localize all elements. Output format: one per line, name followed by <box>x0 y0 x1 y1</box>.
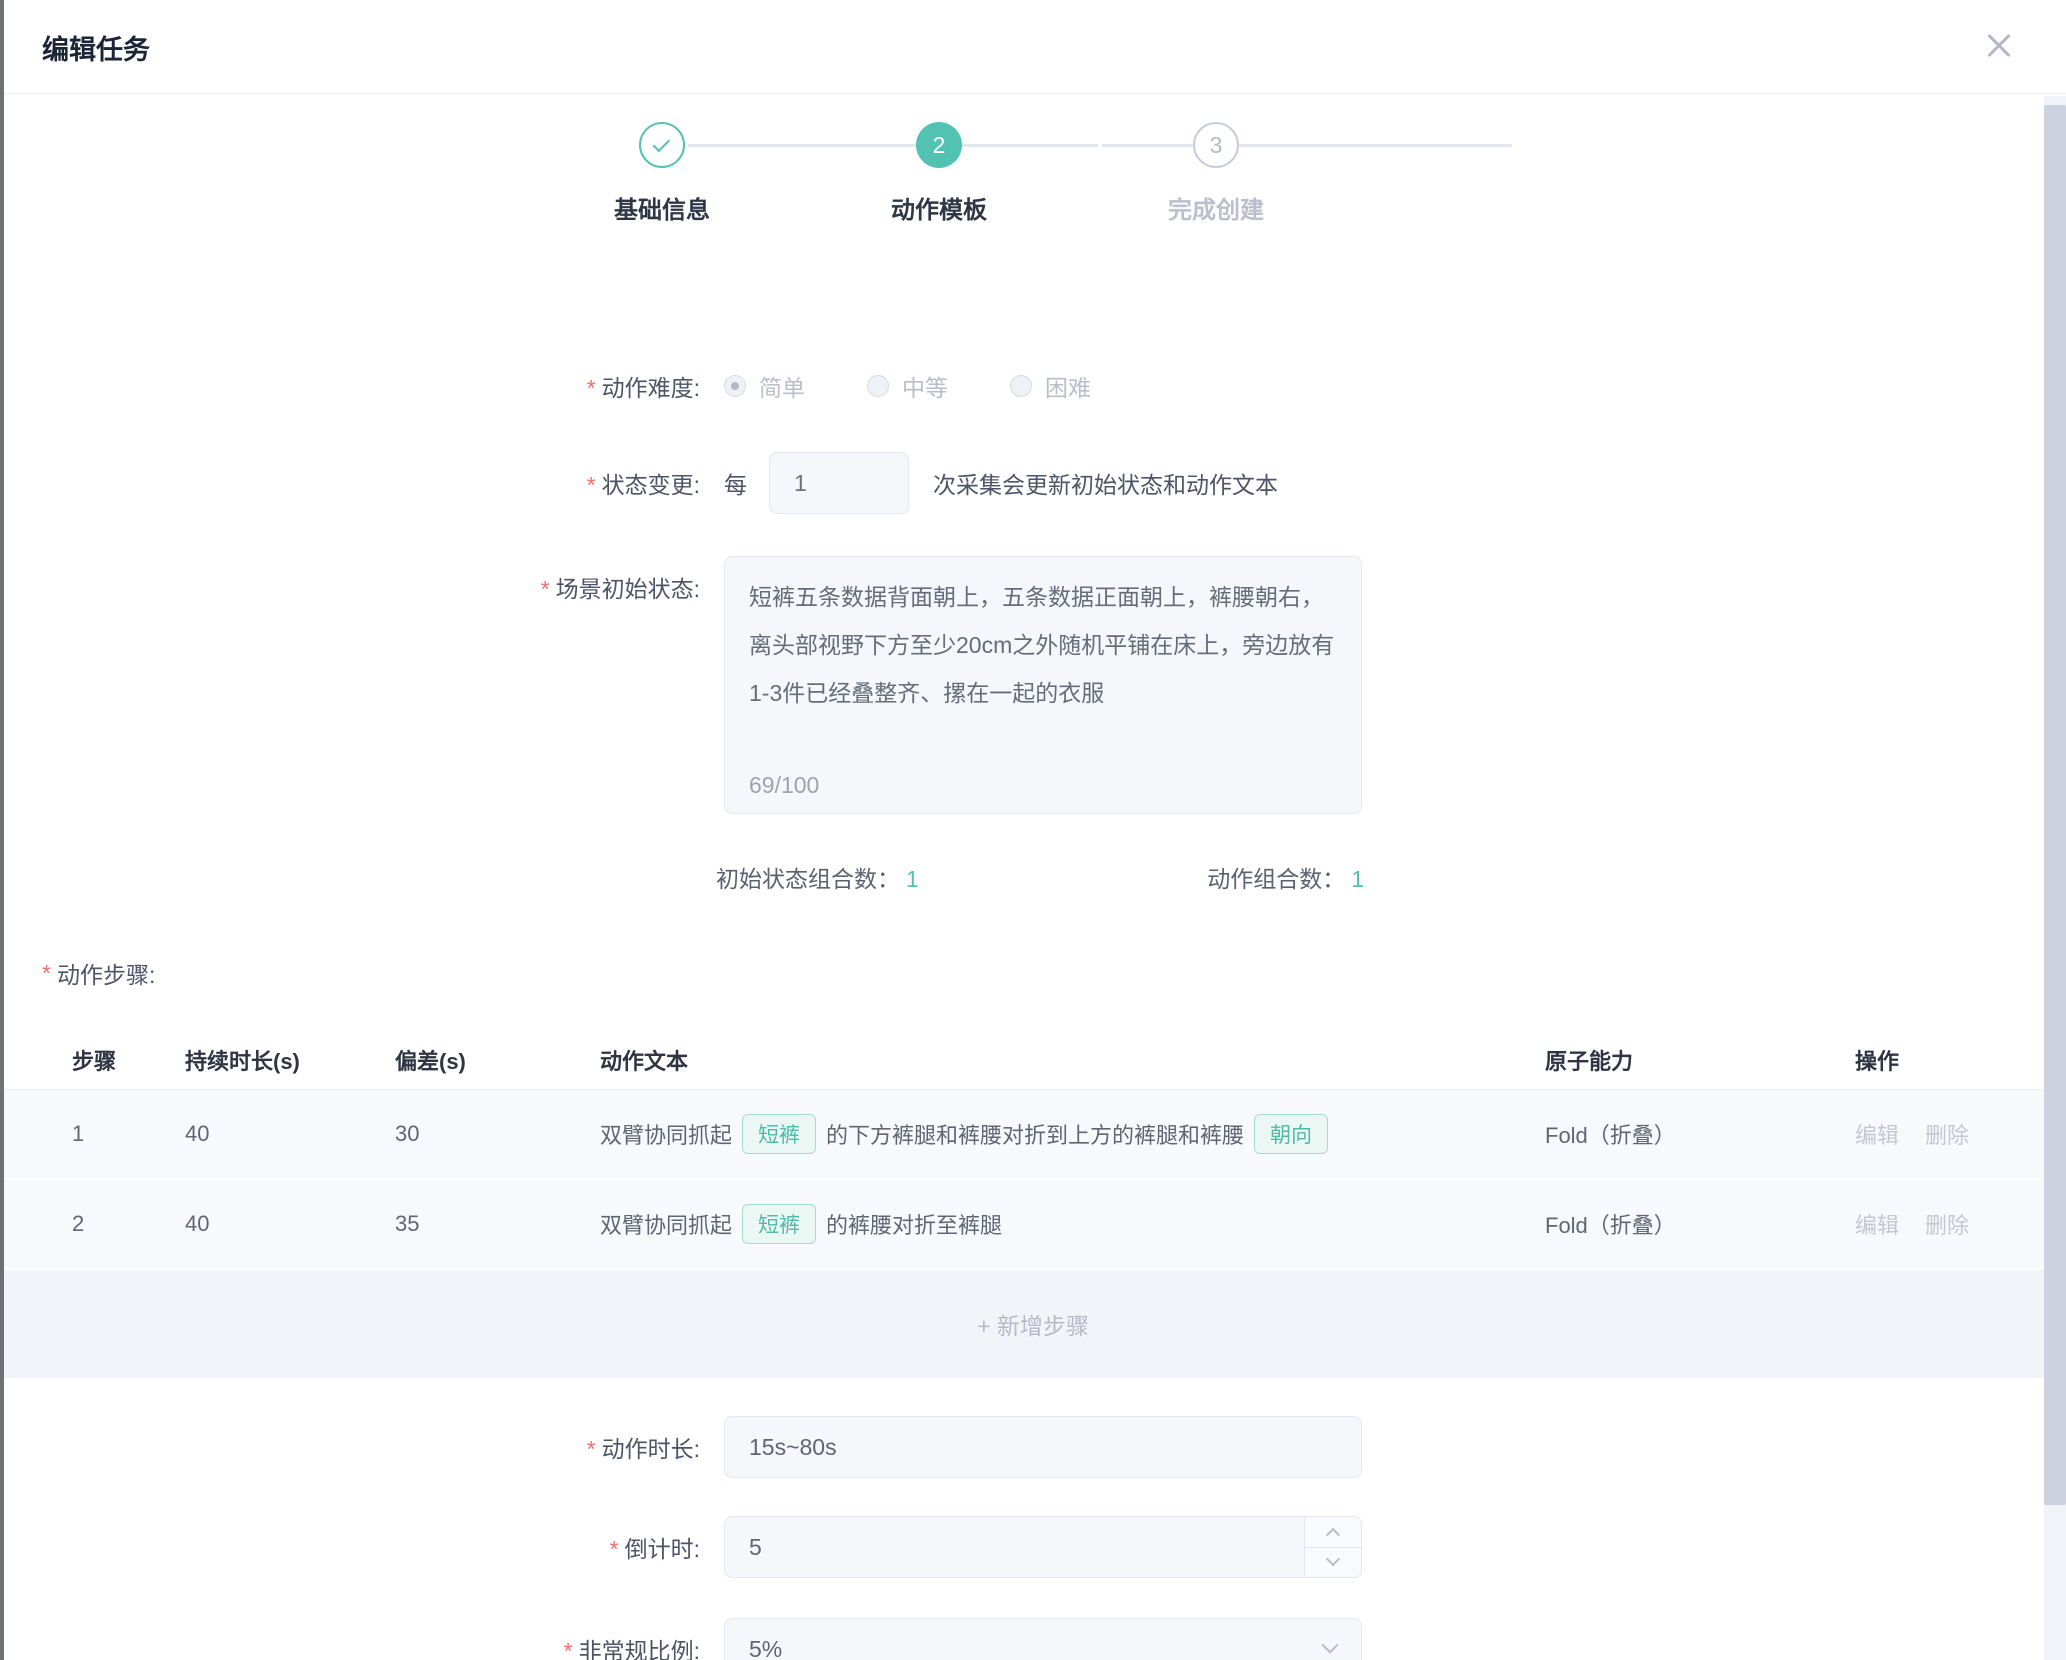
vertical-scrollbar[interactable] <box>2044 96 2066 1660</box>
difficulty-label: *动作难度: <box>0 369 700 403</box>
difficulty-radio-group: 简单 中等 困难 <box>724 369 1153 403</box>
required-mark: * <box>587 375 596 401</box>
col-operations: 操作 <box>1855 1044 2066 1076</box>
radio-easy-circle[interactable] <box>724 375 746 397</box>
unusual-ratio-value[interactable] <box>724 1618 1362 1660</box>
row1-action-text: 双臂协同抓起 短裤 的下方裤腿和裤腰对折到上方的裤腿和裤腰 朝向 <box>600 1114 1545 1154</box>
edit-link[interactable]: 编辑 <box>1855 1213 1899 1238</box>
step-2-label: 动作模板 <box>891 190 987 225</box>
radio-medium-circle[interactable] <box>867 375 889 397</box>
row2-step: 2 <box>72 1211 185 1237</box>
radio-hard[interactable]: 困难 <box>1010 369 1091 403</box>
row1-duration: 40 <box>185 1121 395 1147</box>
col-step: 步骤 <box>72 1044 185 1076</box>
radio-hard-label: 困难 <box>1045 369 1091 403</box>
state-change-input[interactable] <box>769 452 909 514</box>
radio-easy-label: 简单 <box>759 369 805 403</box>
row1-ability: Fold（折叠） <box>1545 1118 1855 1150</box>
combo-counts-row: 初始状态组合数：1 动作组合数：1 <box>0 860 2066 894</box>
initial-state-row: *场景初始状态: 短裤五条数据背面朝上，五条数据正面朝上，裤腰朝右，离头部视野下… <box>0 556 2066 814</box>
difficulty-row: *动作难度: 简单 中等 困难 <box>0 364 2066 408</box>
dialog-title: 编辑任务 <box>42 28 150 67</box>
step-1-check-icon <box>639 122 685 168</box>
row2-action-text: 双臂协同抓起 短裤 的裤腰对折至裤腿 <box>600 1204 1545 1244</box>
step-action-template[interactable]: 2 动作模板 <box>799 122 1079 225</box>
col-action-text: 动作文本 <box>600 1044 1545 1076</box>
state-change-label: *状态变更: <box>0 466 700 500</box>
close-icon[interactable] <box>1984 30 2014 60</box>
action-duration-row: *动作时长: <box>0 1416 2066 1478</box>
countdown-label: *倒计时: <box>0 1530 700 1564</box>
row2-duration: 40 <box>185 1211 395 1237</box>
select-chevron-down-icon <box>1324 1642 1336 1654</box>
initial-combo-value: 1 <box>906 866 919 892</box>
unusual-ratio-row: *非常规比例: <box>0 1618 2066 1660</box>
action-duration-label: *动作时长: <box>0 1430 700 1464</box>
char-counter: 69/100 <box>749 772 819 799</box>
spinner-down-button[interactable] <box>1305 1548 1361 1578</box>
action-steps-label-row: * 动作步骤: <box>42 956 2066 990</box>
edit-link[interactable]: 编辑 <box>1855 1123 1899 1148</box>
radio-medium-label: 中等 <box>902 369 948 403</box>
unusual-ratio-label: *非常规比例: <box>0 1632 700 1660</box>
step-basic-info[interactable]: 基础信息 <box>522 122 802 225</box>
row1-deviation: 30 <box>395 1121 600 1147</box>
delete-link[interactable]: 删除 <box>1925 1123 1969 1148</box>
step-3-number: 3 <box>1193 122 1239 168</box>
orientation-tag: 朝向 <box>1254 1114 1328 1154</box>
initial-combo-count: 初始状态组合数：1 <box>716 860 919 894</box>
initial-state-textarea-box: 短裤五条数据背面朝上，五条数据正面朝上，裤腰朝右，离头部视野下方至少20cm之外… <box>724 556 1362 814</box>
state-change-row: *状态变更: 每 次采集会更新初始状态和动作文本 <box>0 452 2066 514</box>
row1-step: 1 <box>72 1121 185 1147</box>
step-2-number: 2 <box>916 122 962 168</box>
chevron-down-icon <box>1326 1552 1340 1566</box>
action-steps-label: 动作步骤: <box>57 956 155 990</box>
initial-state-textarea[interactable]: 短裤五条数据背面朝上，五条数据正面朝上，裤腰朝右，离头部视野下方至少20cm之外… <box>725 557 1361 747</box>
row2-operations: 编辑 删除 <box>1855 1208 2066 1240</box>
table-row: 2 40 35 双臂协同抓起 短裤 的裤腰对折至裤腿 Fold（折叠） 编辑 删除 <box>0 1180 2066 1270</box>
initial-state-label: *场景初始状态: <box>0 570 700 604</box>
table-header-row: 步骤 持续时长(s) 偏差(s) 动作文本 原子能力 操作 <box>0 1030 2066 1090</box>
unusual-ratio-select[interactable] <box>724 1618 1362 1660</box>
scrollbar-thumb[interactable] <box>2044 105 2066 1505</box>
state-change-suffix: 次采集会更新初始状态和动作文本 <box>933 466 1278 500</box>
modal-left-edge <box>0 0 4 1660</box>
action-duration-input[interactable] <box>724 1416 1362 1478</box>
object-tag: 短裤 <box>742 1204 816 1244</box>
row2-ability: Fold（折叠） <box>1545 1208 1855 1240</box>
step-3-label: 完成创建 <box>1168 190 1264 225</box>
row1-operations: 编辑 删除 <box>1855 1118 2066 1150</box>
dialog-header: 编辑任务 <box>0 0 2066 94</box>
radio-medium[interactable]: 中等 <box>867 369 948 403</box>
col-deviation: 偏差(s) <box>395 1044 600 1076</box>
col-duration: 持续时长(s) <box>185 1044 395 1076</box>
state-change-prefix: 每 <box>724 466 747 500</box>
row2-deviation: 35 <box>395 1211 600 1237</box>
radio-easy[interactable]: 简单 <box>724 369 805 403</box>
step-1-label: 基础信息 <box>614 190 710 225</box>
wizard-stepper: 基础信息 2 动作模板 3 完成创建 <box>616 122 1450 254</box>
action-steps-table: 步骤 持续时长(s) 偏差(s) 动作文本 原子能力 操作 1 40 30 双臂… <box>0 1030 2066 1378</box>
table-row: 1 40 30 双臂协同抓起 短裤 的下方裤腿和裤腰对折到上方的裤腿和裤腰 朝向… <box>0 1090 2066 1180</box>
radio-hard-circle[interactable] <box>1010 375 1032 397</box>
action-combo-count: 动作组合数：1 <box>1207 860 1364 894</box>
step-finish-create[interactable]: 3 完成创建 <box>1076 122 1356 225</box>
delete-link[interactable]: 删除 <box>1925 1213 1969 1238</box>
add-step-button[interactable]: + 新增步骤 <box>0 1270 2066 1378</box>
number-spinner <box>1304 1517 1361 1577</box>
object-tag: 短裤 <box>742 1114 816 1154</box>
countdown-row: *倒计时: <box>0 1516 2066 1578</box>
countdown-input[interactable] <box>724 1516 1362 1578</box>
col-atomic-ability: 原子能力 <box>1545 1044 1855 1076</box>
action-combo-value: 1 <box>1351 866 1364 892</box>
spinner-up-button[interactable] <box>1305 1517 1361 1548</box>
chevron-up-icon <box>1326 1528 1340 1542</box>
